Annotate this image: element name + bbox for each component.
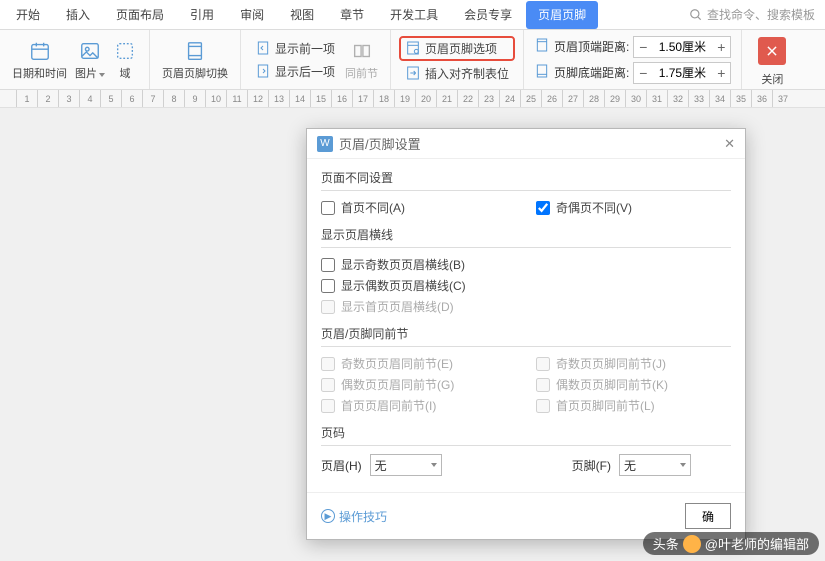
tab-layout[interactable]: 页面布局	[104, 1, 176, 29]
odd-header-line-checkbox[interactable]: 显示奇数页页眉横线(B)	[321, 256, 731, 273]
header-distance-label: 页眉顶端距离:	[554, 38, 629, 55]
options-icon	[405, 40, 421, 56]
avatar	[683, 535, 701, 553]
tab-start[interactable]: 开始	[4, 1, 52, 29]
footer-distance-input[interactable]	[652, 63, 712, 83]
close-hf-button[interactable]: 关闭	[750, 31, 794, 89]
page-prev-icon	[255, 40, 271, 56]
ribbon: 日期和时间 图片 域 页眉页脚切换 显示前一项 显示后一项 同前节 页眉页脚选项…	[0, 30, 825, 90]
dialog-close-button[interactable]: ✕	[724, 136, 735, 152]
app-icon: W	[317, 136, 333, 152]
page-next-icon	[255, 63, 271, 79]
odd-header-same-checkbox: 奇数页页眉同前节(E)	[321, 355, 516, 372]
section-same-prev: 页眉/页脚同前节	[321, 325, 731, 347]
document-area: W 页眉/页脚设置 ✕ 页面不同设置 首页不同(A) 奇偶页不同(V) 显示页眉…	[0, 108, 825, 561]
header-distance-input[interactable]	[652, 37, 712, 57]
dialog-title: 页眉/页脚设置	[339, 134, 421, 153]
footer-distance-label: 页脚底端距离:	[554, 64, 629, 81]
watermark-author: @叶老师的编辑部	[705, 534, 809, 553]
show-next-button[interactable]: 显示后一项	[249, 61, 341, 82]
dialog-titlebar[interactable]: W 页眉/页脚设置 ✕	[307, 129, 745, 159]
minus-button[interactable]: −	[634, 63, 652, 83]
picture-button[interactable]: 图片	[71, 37, 109, 83]
ok-button[interactable]: 确	[685, 503, 731, 529]
search-box[interactable]: 查找命令、搜索模板	[683, 6, 821, 23]
header-distance-stepper[interactable]: − +	[633, 36, 731, 58]
section-header-line: 显示页眉横线	[321, 226, 731, 248]
image-icon	[78, 39, 102, 63]
first-header-same-checkbox: 首页页眉同前节(I)	[321, 397, 516, 414]
tab-insert[interactable]: 插入	[54, 1, 102, 29]
link-section-icon	[350, 39, 374, 63]
tips-link[interactable]: ▶操作技巧	[321, 508, 387, 525]
even-header-same-checkbox: 偶数页页眉同前节(G)	[321, 376, 516, 393]
footer-distance-icon	[534, 63, 550, 82]
chevron-down-icon	[99, 73, 105, 77]
plus-button[interactable]: +	[712, 37, 730, 57]
field-icon	[113, 39, 137, 63]
tab-review[interactable]: 审阅	[228, 1, 276, 29]
chevron-down-icon	[431, 463, 437, 467]
plus-button[interactable]: +	[712, 63, 730, 83]
hf-settings-dialog: W 页眉/页脚设置 ✕ 页面不同设置 首页不同(A) 奇偶页不同(V) 显示页眉…	[306, 128, 746, 540]
tab-view[interactable]: 视图	[278, 1, 326, 29]
first-footer-same-checkbox: 首页页脚同前节(L)	[536, 397, 731, 414]
section-page-diff: 页面不同设置	[321, 169, 731, 191]
minus-button[interactable]: −	[634, 37, 652, 57]
even-header-line-checkbox[interactable]: 显示偶数页页眉横线(C)	[321, 277, 731, 294]
footer-distance-stepper[interactable]: − +	[633, 62, 731, 84]
close-icon	[758, 37, 786, 65]
datetime-button[interactable]: 日期和时间	[8, 37, 71, 83]
tab-headerfooter[interactable]: 页眉页脚	[526, 1, 598, 29]
section-page-number: 页码	[321, 424, 731, 446]
calendar-icon	[28, 39, 52, 63]
tab-ref[interactable]: 引用	[178, 1, 226, 29]
first-header-line-checkbox: 显示首页页眉横线(D)	[321, 298, 731, 315]
show-prev-button[interactable]: 显示前一项	[249, 38, 341, 59]
odd-footer-same-checkbox: 奇数页页脚同前节(J)	[536, 355, 731, 372]
even-footer-same-checkbox: 偶数页页脚同前节(K)	[536, 376, 731, 393]
tab-icon	[405, 65, 421, 81]
pn-header-select[interactable]: 无	[370, 454, 442, 476]
header-distance-icon	[534, 37, 550, 56]
field-button[interactable]: 域	[109, 37, 141, 83]
same-prev-button[interactable]: 同前节	[341, 37, 382, 83]
pn-header-label: 页眉(H)	[321, 457, 362, 474]
search-placeholder: 查找命令、搜索模板	[707, 6, 815, 23]
odd-even-diff-checkbox[interactable]: 奇偶页不同(V)	[536, 199, 731, 216]
first-page-diff-checkbox[interactable]: 首页不同(A)	[321, 199, 516, 216]
tab-chapter[interactable]: 章节	[328, 1, 376, 29]
search-icon	[689, 8, 703, 22]
chevron-down-icon	[680, 463, 686, 467]
insert-align-tab-button[interactable]: 插入对齐制表位	[399, 63, 515, 84]
hf-options-button[interactable]: 页眉页脚选项	[399, 36, 515, 61]
pn-footer-select[interactable]: 无	[619, 454, 691, 476]
ruler-marks: 1234567891011121314151617181920212223242…	[16, 90, 825, 108]
tab-vip[interactable]: 会员专享	[452, 1, 524, 29]
watermark-source: 头条	[653, 534, 679, 553]
ruler[interactable]: 1234567891011121314151617181920212223242…	[0, 90, 825, 108]
play-icon: ▶	[321, 509, 335, 523]
tab-dev[interactable]: 开发工具	[378, 1, 450, 29]
hfswitch-button[interactable]: 页眉页脚切换	[158, 37, 232, 83]
pn-footer-label: 页脚(F)	[572, 457, 611, 474]
tab-bar: 开始 插入 页面布局 引用 审阅 视图 章节 开发工具 会员专享 页眉页脚 查找…	[0, 0, 825, 30]
watermark: 头条 @叶老师的编辑部	[643, 532, 819, 555]
switch-icon	[183, 39, 207, 63]
